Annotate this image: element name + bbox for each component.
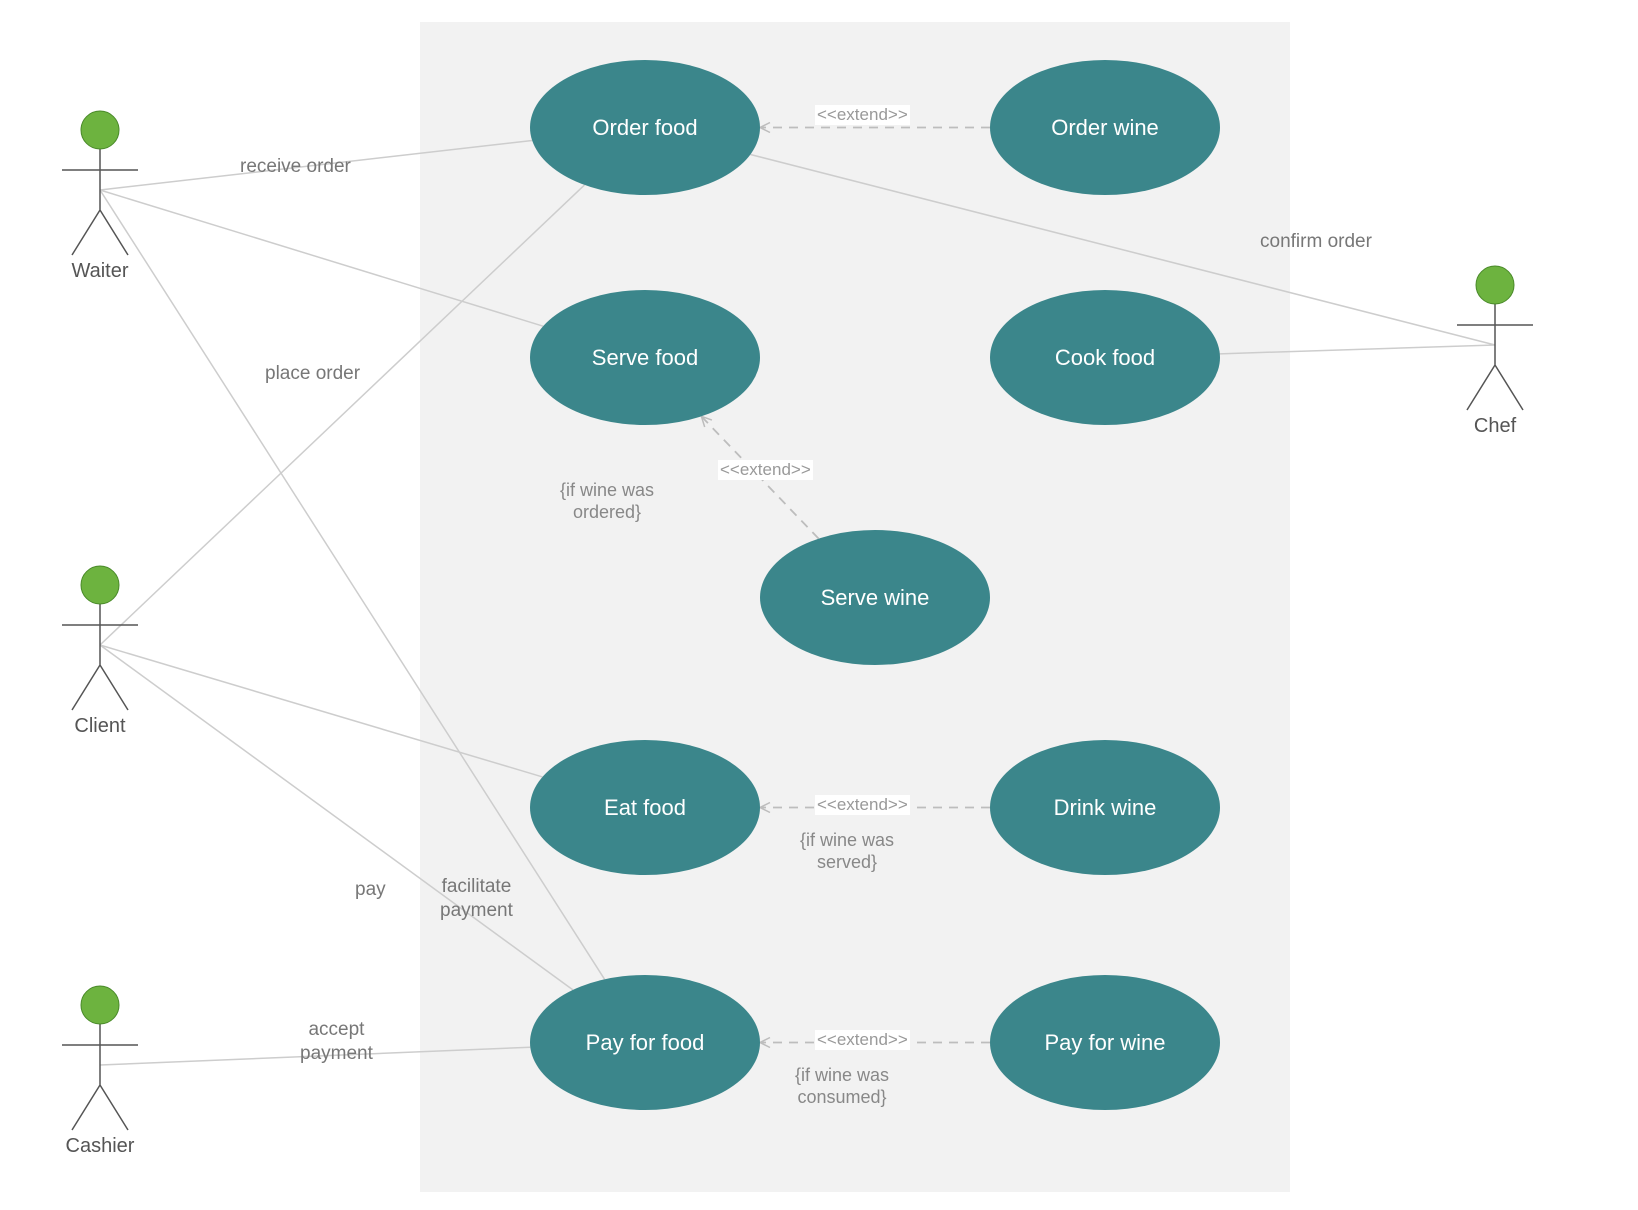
extend-guard-label: {if wine was served} bbox=[800, 830, 894, 873]
usecase-pay_wine: Pay for wine bbox=[990, 975, 1220, 1110]
extend-stereotype-label: <<extend>> bbox=[815, 105, 910, 125]
extend-stereotype-label: <<extend>> bbox=[815, 795, 910, 815]
usecase-pay_food: Pay for food bbox=[530, 975, 760, 1110]
association-label: receive order bbox=[240, 155, 351, 179]
actor-cashier bbox=[62, 986, 138, 1130]
association-label: place order bbox=[265, 362, 360, 386]
usecase-order_food: Order food bbox=[530, 60, 760, 195]
actor-label-client: Client bbox=[50, 715, 150, 738]
usecase-serve_food: Serve food bbox=[530, 290, 760, 425]
actor-client bbox=[62, 566, 138, 710]
usecase-cook_food: Cook food bbox=[990, 290, 1220, 425]
extend-stereotype-label: <<extend>> bbox=[815, 1030, 910, 1050]
actor-label-waiter: Waiter bbox=[50, 260, 150, 283]
association-label: facilitate payment bbox=[440, 875, 513, 923]
diagram-canvas: Order food Order wine Serve food Cook foodS… bbox=[0, 0, 1638, 1210]
actor-waiter bbox=[62, 111, 138, 255]
actor-chef bbox=[1457, 266, 1533, 410]
extend-stereotype-label: <<extend>> bbox=[718, 460, 813, 480]
actor-label-chef: Chef bbox=[1445, 415, 1545, 438]
association-label: pay bbox=[355, 878, 386, 902]
association-label: confirm order bbox=[1260, 230, 1372, 254]
usecase-serve_wine: Serve wine bbox=[760, 530, 990, 665]
extend-guard-label: {if wine was ordered} bbox=[560, 480, 654, 523]
extend-guard-label: {if wine was consumed} bbox=[795, 1065, 889, 1108]
usecase-drink_wine: Drink wine bbox=[990, 740, 1220, 875]
association-label: accept payment bbox=[300, 1018, 373, 1066]
actor-label-cashier: Cashier bbox=[50, 1135, 150, 1158]
usecase-eat_food: Eat food bbox=[530, 740, 760, 875]
usecase-order_wine: Order wine bbox=[990, 60, 1220, 195]
